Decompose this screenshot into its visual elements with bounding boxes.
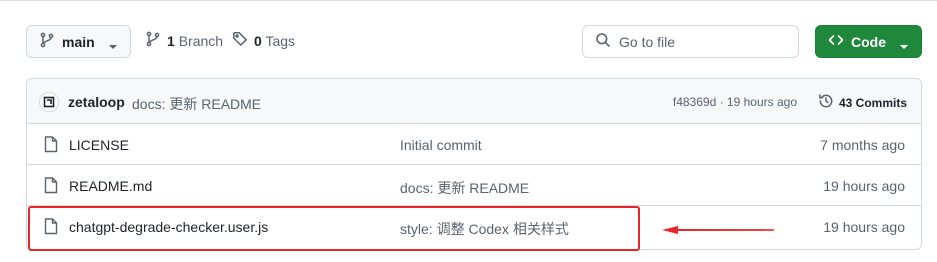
commit-author[interactable]: zetaloop (68, 94, 125, 110)
file-icon (44, 177, 58, 197)
file-name[interactable]: LICENSE (69, 137, 129, 153)
table-row[interactable]: README.md docs: 更新 README 19 hours ago (27, 165, 921, 206)
commit-hash-time[interactable]: f48369d · 19 hours ago (673, 95, 797, 109)
latest-commit-row: zetaloop docs: 更新 README f48369d · 19 ho… (27, 79, 921, 124)
commits-history-link[interactable]: 43 Commits (818, 93, 907, 112)
top-divider (0, 0, 937, 1)
table-row[interactable]: LICENSE Initial commit 7 months ago (27, 124, 921, 165)
tag-word: Tags (265, 32, 296, 49)
caret-down-icon (899, 38, 909, 54)
caret-down-icon (108, 38, 118, 54)
search-input[interactable] (619, 33, 779, 50)
annotation-highlight-box (28, 206, 640, 251)
commit-message[interactable]: docs: 更新 README (132, 94, 261, 114)
branch-name: main (62, 33, 95, 50)
file-age: 19 hours ago (823, 219, 905, 235)
tags-link[interactable]: 0 Tags (232, 31, 295, 50)
code-button[interactable]: Code (815, 25, 922, 58)
code-icon (828, 32, 844, 51)
annotation-arrow-icon (660, 222, 776, 241)
file-age: 7 months ago (820, 137, 905, 153)
file-age: 19 hours ago (823, 178, 905, 194)
code-label: Code (851, 33, 886, 50)
branch-count: 1 (167, 32, 175, 49)
file-commit-message[interactable]: docs: 更新 README (400, 178, 529, 198)
branches-link[interactable]: 1 Branch (145, 31, 223, 50)
tag-icon (232, 31, 248, 50)
avatar[interactable] (39, 92, 59, 112)
git-branch-icon (145, 31, 161, 50)
file-icon (44, 136, 58, 156)
branch-selector-button[interactable]: main (26, 25, 131, 58)
tag-count: 0 (254, 32, 262, 49)
file-commit-message[interactable]: Initial commit (400, 137, 482, 153)
search-icon (595, 32, 611, 51)
history-icon (818, 93, 834, 112)
file-name[interactable]: README.md (69, 178, 152, 194)
branch-word: Branch (178, 32, 224, 49)
git-branch-icon (39, 32, 55, 51)
commits-count: 43 Commits (838, 95, 907, 110)
go-to-file-search[interactable] (582, 25, 799, 58)
